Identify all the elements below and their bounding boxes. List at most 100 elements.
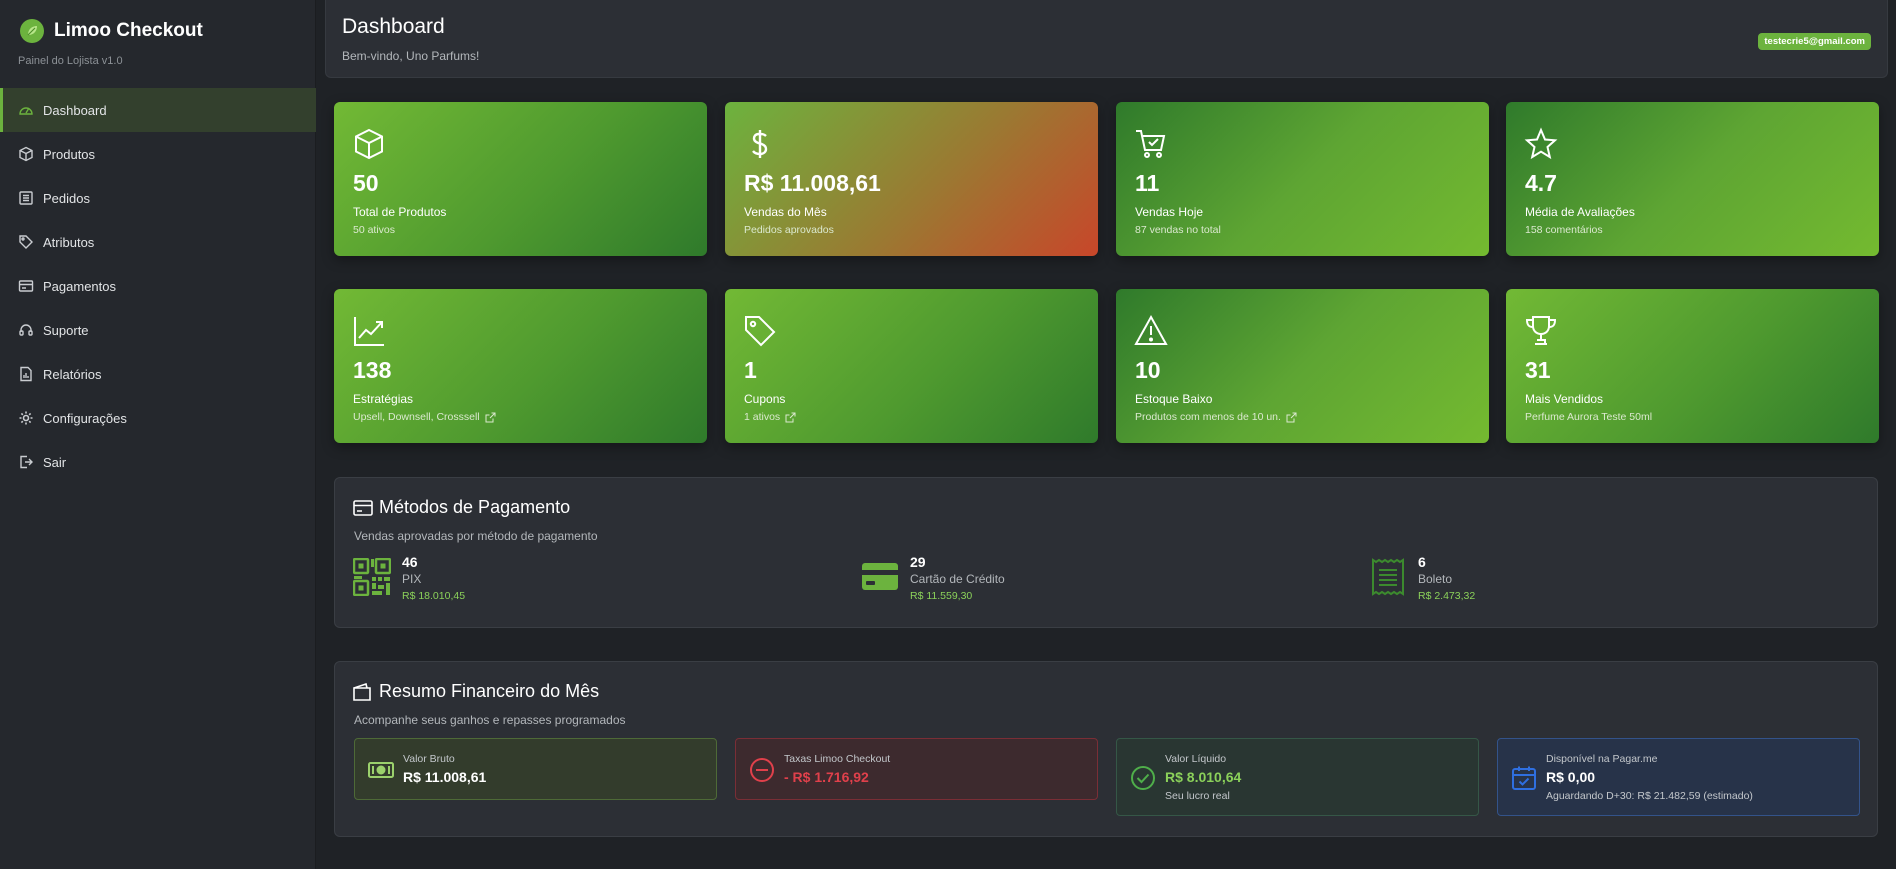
sidebar-item-pagamentos[interactable]: Pagamentos <box>0 264 316 308</box>
sidebar-item-suporte[interactable]: Suporte <box>0 308 316 352</box>
fin-label: Disponível na Pagar.me <box>1546 753 1658 765</box>
panel-title: Métodos de Pagamento <box>353 497 570 518</box>
fin-card-valor-liquido: Valor Líquido R$ 8.010,64 Seu lucro real <box>1116 738 1479 816</box>
card-value: 31 <box>1525 357 1551 383</box>
sidebar-item-relatorios[interactable]: Relatórios <box>0 352 316 396</box>
stat-card-estrategias[interactable]: 138 Estratégias Upsell, Downsell, Crosss… <box>334 289 707 443</box>
card-sub: Perfume Aurora Teste 50ml <box>1525 411 1652 423</box>
card-label: Estoque Baixo <box>1135 392 1213 406</box>
panel-subtitle: Vendas aprovadas por método de pagamento <box>354 529 598 543</box>
stat-card-produtos[interactable]: 50 Total de Produtos 50 ativos <box>334 102 707 256</box>
dollar-icon <box>743 127 777 161</box>
card-sub-text: 1 ativos <box>744 411 781 423</box>
credit-card-icon <box>18 278 34 294</box>
card-label: Média de Avaliações <box>1525 205 1635 219</box>
sidebar-item-dashboard[interactable]: Dashboard <box>0 88 316 132</box>
card-sub[interactable]: Upsell, Downsell, Crosssell <box>353 411 496 423</box>
card-value: 11 <box>1135 170 1160 196</box>
payment-method-info: 29 Cartão de Crédito R$ 11.559,30 <box>910 554 1005 602</box>
fin-value: - R$ 1.716,92 <box>784 769 869 785</box>
panel-title-text: Resumo Financeiro do Mês <box>379 681 600 701</box>
payment-count: 46 <box>402 554 418 570</box>
card-value: R$ 11.008,61 <box>744 170 881 196</box>
card-sub-text: Upsell, Downsell, Crosssell <box>353 411 480 423</box>
payment-name: Boleto <box>1418 572 1453 586</box>
qr-code-icon <box>352 557 392 597</box>
fin-note: Aguardando D+30: R$ 21.482,59 (estimado) <box>1546 790 1753 802</box>
card-sub[interactable]: Produtos com menos de 10 un. <box>1135 411 1297 423</box>
fin-label: Valor Bruto <box>403 753 455 765</box>
check-circle-icon <box>1130 765 1156 791</box>
sidebar-item-label: Relatórios <box>43 366 102 382</box>
card-value: 138 <box>353 357 392 383</box>
payment-count: 29 <box>910 554 926 570</box>
box-icon <box>18 146 34 162</box>
tags-icon <box>18 234 34 250</box>
card-label: Cupons <box>744 392 786 406</box>
chart-line-icon <box>352 314 386 348</box>
external-link-icon[interactable] <box>1286 412 1297 423</box>
sidebar-item-configuracoes[interactable]: Configurações <box>0 396 316 440</box>
stat-card-avaliacoes[interactable]: 4.7 Média de Avaliações 158 comentários <box>1506 102 1879 256</box>
card-sub[interactable]: 1 ativos <box>744 411 796 423</box>
card-value: 10 <box>1135 357 1161 383</box>
fin-card-taxas: Taxas Limoo Checkout - R$ 1.716,92 <box>735 738 1098 800</box>
card-label: Vendas do Mês <box>744 205 827 219</box>
card-value: 4.7 <box>1525 170 1557 196</box>
sidebar-item-label: Pedidos <box>43 190 90 206</box>
payment-method-boleto: 6 Boleto R$ 2.473,32 <box>1369 554 1475 602</box>
sidebar-item-label: Dashboard <box>43 102 107 118</box>
external-link-icon[interactable] <box>785 412 796 423</box>
fin-card-pagarme: Disponível na Pagar.me R$ 0,00 Aguardand… <box>1497 738 1860 816</box>
stat-card-mais-vendidos[interactable]: 31 Mais Vendidos Perfume Aurora Teste 50… <box>1506 289 1879 443</box>
stat-card-vendas-hoje[interactable]: 11 Vendas Hoje 87 vendas no total <box>1116 102 1489 256</box>
fin-value: R$ 0,00 <box>1546 769 1596 785</box>
card-label: Vendas Hoje <box>1135 205 1204 219</box>
credit-card-icon <box>353 499 373 517</box>
sidebar-item-label: Atributos <box>43 234 95 250</box>
sidebar-item-atributos[interactable]: Atributos <box>0 220 316 264</box>
card-sub-text: 50 ativos <box>353 224 396 236</box>
fin-value: R$ 8.010,64 <box>1165 769 1242 785</box>
gauge-icon <box>18 102 34 118</box>
sidebar-item-label: Suporte <box>43 322 89 338</box>
card-label: Mais Vendidos <box>1525 392 1604 406</box>
welcome-text: Bem-vindo, Uno Parfums! <box>342 49 480 63</box>
card-sub-text: 87 vendas no total <box>1135 224 1221 236</box>
card-sub: 50 ativos <box>353 224 395 236</box>
sidebar-item-label: Pagamentos <box>43 278 116 294</box>
panel-title-text: Métodos de Pagamento <box>379 497 571 517</box>
card-sub-text: Pedidos aprovados <box>744 224 834 236</box>
minus-circle-icon <box>749 757 775 783</box>
sidebar-item-produtos[interactable]: Produtos <box>0 132 316 176</box>
sidebar-item-pedidos[interactable]: Pedidos <box>0 176 316 220</box>
stat-card-cupons[interactable]: 1 Cupons 1 ativos <box>725 289 1098 443</box>
card-sub-text: Produtos com menos de 10 un. <box>1135 411 1281 423</box>
stat-card-estoque-baixo[interactable]: 10 Estoque Baixo Produtos com menos de 1… <box>1116 289 1489 443</box>
cash-icon <box>368 757 394 783</box>
financial-summary-panel: Resumo Financeiro do Mês Acompanhe seus … <box>334 661 1878 837</box>
headset-icon <box>18 322 34 338</box>
star-icon <box>1524 127 1558 161</box>
gear-icon <box>18 410 34 426</box>
card-label: Estratégias <box>353 392 414 406</box>
box-icon <box>352 127 386 161</box>
lime-logo-icon <box>20 19 44 43</box>
payment-amount: R$ 18.010,45 <box>402 590 466 602</box>
fin-note: Seu lucro real <box>1165 790 1230 802</box>
card-sub-text: 158 comentários <box>1525 224 1603 236</box>
card-value: 50 <box>353 170 379 196</box>
brand[interactable]: Limoo Checkout <box>20 19 203 43</box>
trophy-icon <box>1524 314 1558 348</box>
tag-icon <box>743 314 777 348</box>
sidebar-item-sair[interactable]: Sair <box>0 440 316 484</box>
stat-card-vendas-mes[interactable]: R$ 11.008,61 Vendas do Mês Pedidos aprov… <box>725 102 1098 256</box>
receipt-icon <box>1369 558 1407 596</box>
card-sub-text: Perfume Aurora Teste 50ml <box>1525 411 1653 423</box>
warning-icon <box>1134 314 1168 348</box>
brand-subtitle: Painel do Lojista v1.0 <box>18 55 123 67</box>
card-value: 1 <box>744 357 757 383</box>
external-link-icon[interactable] <box>485 412 496 423</box>
user-email-badge[interactable]: testecrie5@gmail.com <box>1758 33 1871 50</box>
panel-title: Resumo Financeiro do Mês <box>353 681 599 702</box>
